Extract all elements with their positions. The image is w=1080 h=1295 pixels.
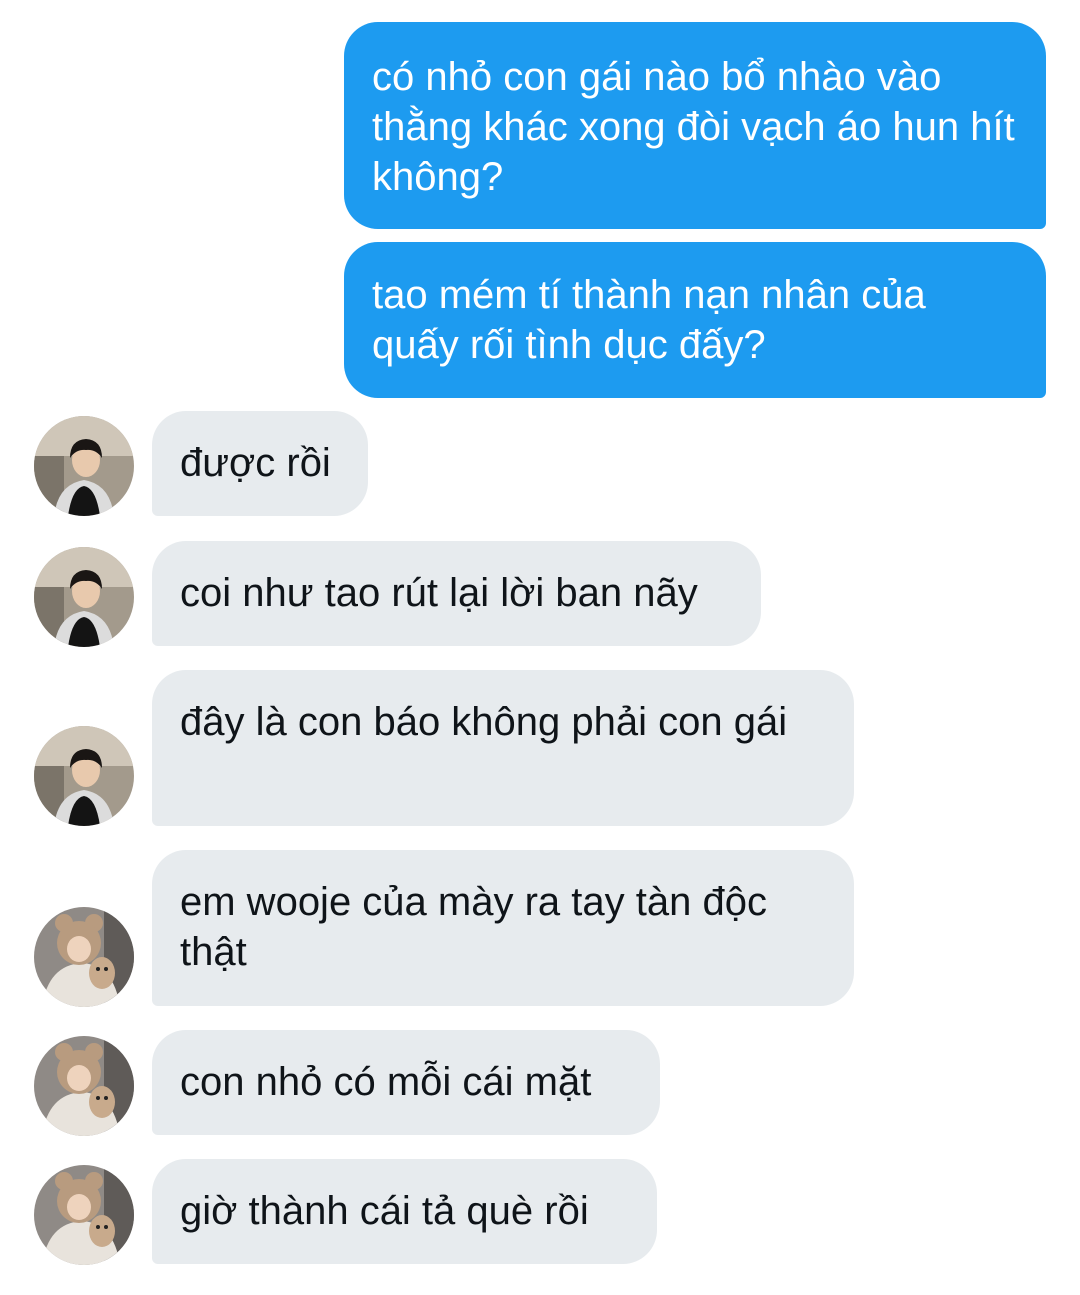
person-avatar-icon <box>34 416 134 516</box>
dm-conversation: { "conversation": { "messages": [ { "sen… <box>0 0 1080 1295</box>
sender-avatar[interactable] <box>34 547 134 647</box>
bear-hat-avatar-icon <box>34 1165 134 1265</box>
sender-avatar[interactable] <box>34 1165 134 1265</box>
bear-hat-avatar-icon <box>34 1036 134 1136</box>
incoming-message-bubble[interactable]: con nhỏ có mỗi cái mặt <box>152 1030 660 1135</box>
person-avatar-icon <box>34 726 134 826</box>
sender-avatar[interactable] <box>34 1036 134 1136</box>
incoming-message-bubble[interactable]: giờ thành cái tả què rồi <box>152 1159 657 1264</box>
person-avatar-icon <box>34 547 134 647</box>
message-text: được rồi <box>180 441 331 485</box>
message-text: coi như tao rút lại lời ban nãy <box>180 571 698 615</box>
outgoing-message-bubble[interactable]: có nhỏ con gái nào bổ nhào vào thằng khá… <box>344 22 1046 229</box>
message-text: con nhỏ có mỗi cái mặt <box>180 1060 592 1104</box>
incoming-message-bubble[interactable]: coi như tao rút lại lời ban nãy <box>152 541 761 646</box>
incoming-message-bubble[interactable]: em wooje của mày ra tay tàn độc thật <box>152 850 854 1006</box>
incoming-message-bubble[interactable]: đây là con báo không phải con gái <box>152 670 854 826</box>
incoming-message-bubble[interactable]: được rồi <box>152 411 368 516</box>
message-text: giờ thành cái tả què rồi <box>180 1189 589 1233</box>
message-text: tao mém tí thành nạn nhân của quấy rối t… <box>372 273 926 367</box>
bear-hat-avatar-icon <box>34 907 134 1007</box>
sender-avatar[interactable] <box>34 726 134 826</box>
message-text: em wooje của mày ra tay tàn độc thật <box>180 880 767 974</box>
message-text: đây là con báo không phải con gái <box>180 700 788 744</box>
sender-avatar[interactable] <box>34 416 134 516</box>
outgoing-message-bubble[interactable]: tao mém tí thành nạn nhân của quấy rối t… <box>344 242 1046 398</box>
sender-avatar[interactable] <box>34 907 134 1007</box>
message-text: có nhỏ con gái nào bổ nhào vào thằng khá… <box>372 55 1015 199</box>
